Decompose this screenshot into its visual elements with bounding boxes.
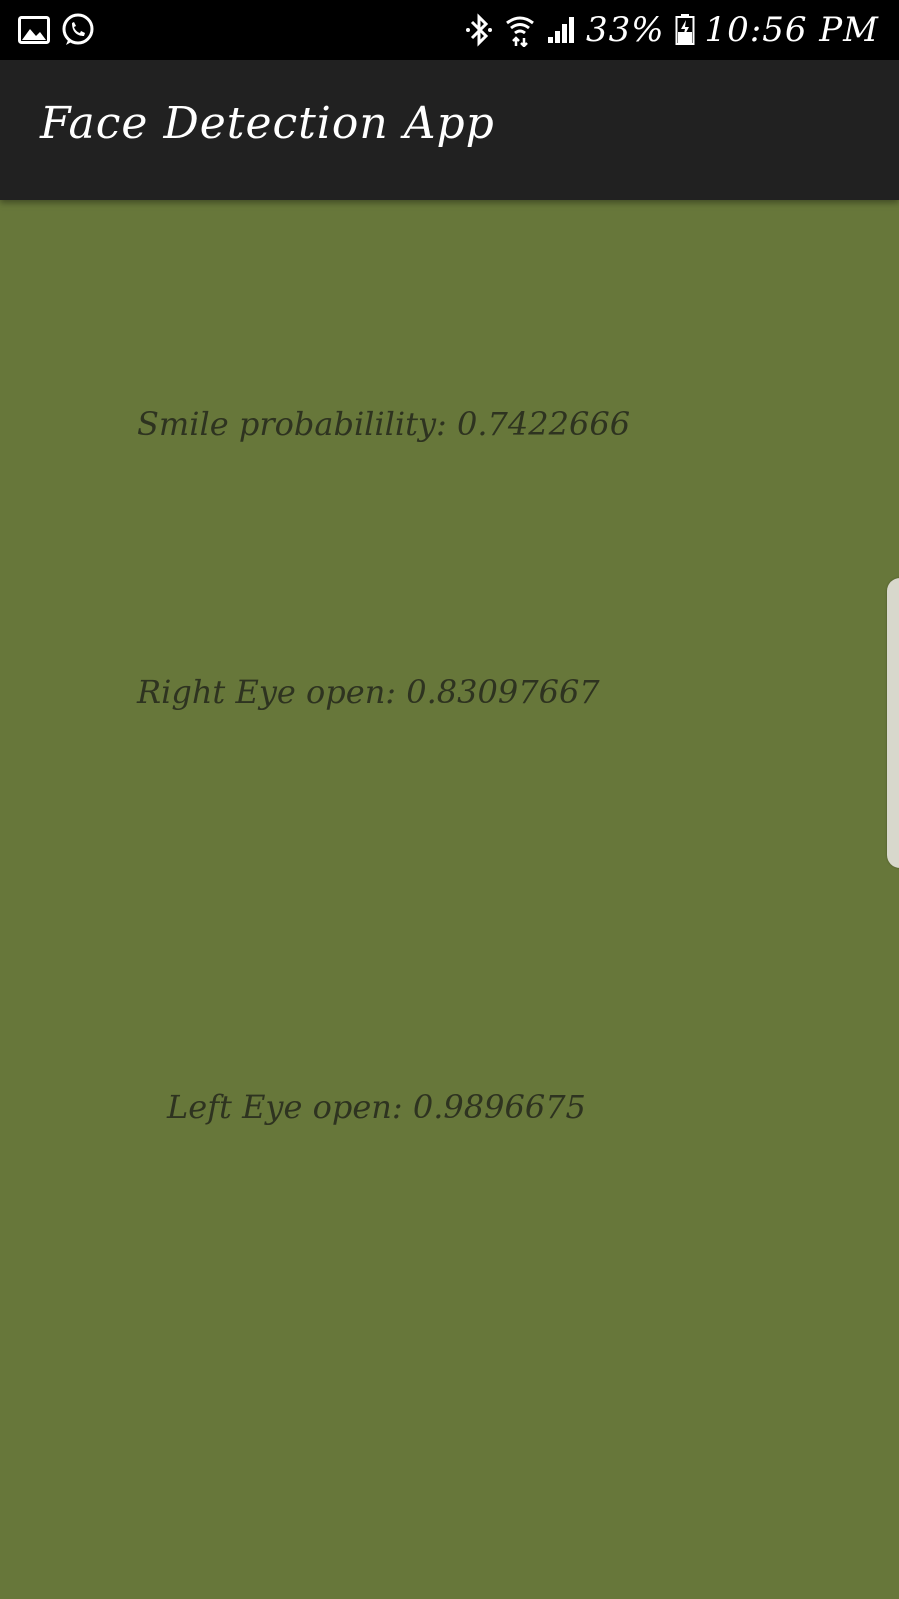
right-eye-open-text: Right Eye open: 0.83097667 bbox=[137, 673, 600, 711]
smile-probability-text: Smile probabilility: 0.7422666 bbox=[137, 405, 631, 443]
battery-charging-icon bbox=[675, 14, 695, 46]
battery-percent: 33% bbox=[585, 10, 665, 50]
left-eye-open-text: Left Eye open: 0.9896675 bbox=[167, 1088, 586, 1126]
status-bar: 33% 10:56 PM bbox=[0, 0, 899, 60]
app-title: Face Detection App bbox=[40, 98, 495, 149]
clock: 10:56 PM bbox=[704, 10, 879, 50]
app-bar: Face Detection App bbox=[0, 60, 899, 200]
status-right: 33% 10:56 PM bbox=[464, 8, 879, 52]
results-panel: Smile probabilility: 0.7422666 Right Eye… bbox=[0, 200, 899, 1599]
status-left-icons bbox=[18, 12, 96, 48]
gallery-icon bbox=[18, 15, 50, 45]
whatsapp-icon bbox=[60, 12, 96, 48]
bluetooth-icon bbox=[464, 13, 494, 47]
signal-icon bbox=[546, 15, 576, 45]
edge-panel-handle[interactable] bbox=[887, 578, 899, 868]
wifi-icon bbox=[504, 13, 536, 47]
